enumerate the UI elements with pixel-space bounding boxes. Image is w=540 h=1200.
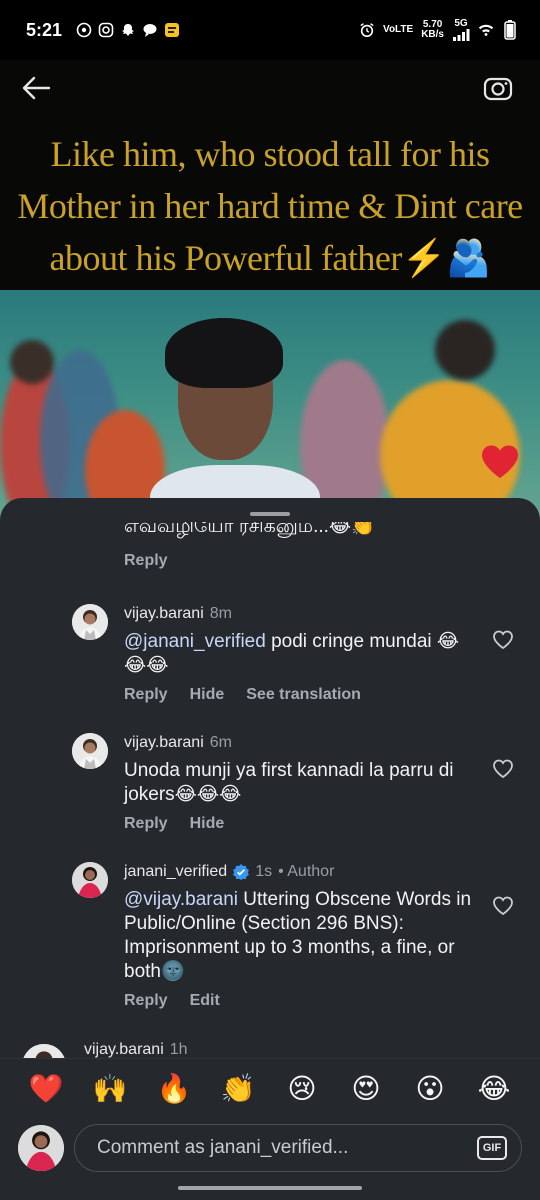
timestamp: 6m	[209, 734, 232, 751]
comment-text-content: எவ்வழியோ ரசிகனும...😂👏	[124, 522, 375, 537]
reply-button[interactable]: Reply	[124, 552, 504, 570]
reply-button[interactable]: Reply	[124, 813, 168, 835]
caption-line: Mother in her hard time & Dint care	[17, 186, 523, 226]
caption-line: about his Powerful father⚡🫂	[49, 238, 491, 278]
video-caption: Like him, who stood tall for his Mother …	[0, 128, 540, 284]
emoji-clap[interactable]: 👏	[216, 1067, 260, 1111]
arrow-left-icon	[22, 76, 51, 100]
comment-body: vijay.barani 1h	[84, 1040, 434, 1058]
heart-outline-icon[interactable]	[492, 630, 514, 650]
comment-input-wrapper: GIF	[74, 1124, 522, 1172]
avatar[interactable]	[72, 862, 108, 898]
status-bar: 5:21 VoLTE 5.70 KB/s 5G	[0, 0, 540, 60]
background-figure	[435, 320, 495, 380]
emoji-laughing[interactable]: 😂	[472, 1067, 516, 1111]
heart-outline-icon[interactable]	[492, 759, 514, 779]
comment-text: Unoda munji ya first kannadi la parru di…	[124, 760, 454, 805]
hide-button[interactable]: Hide	[190, 684, 225, 706]
comment-composer: GIF	[0, 1118, 540, 1178]
emoji-fire[interactable]: 🔥	[152, 1067, 196, 1111]
sheet-drag-handle[interactable]	[250, 512, 290, 516]
comment-text: எவ்வழியோ ரசிகனும...😂👏	[124, 522, 504, 544]
gif-button[interactable]: GIF	[477, 1136, 507, 1160]
network-type: 5G	[454, 18, 468, 29]
avatar[interactable]	[22, 1044, 66, 1058]
home-indicator[interactable]	[178, 1186, 362, 1190]
video-top-bar	[0, 66, 540, 112]
emoji-heart-eyes[interactable]: 😍	[344, 1067, 388, 1111]
comment-text: @vijay.barani Uttering Obscene Words in …	[124, 888, 474, 984]
username[interactable]: janani_verified	[124, 862, 227, 882]
mention-link[interactable]: @janani_verified	[124, 631, 266, 652]
volte-label: VoLTE	[383, 24, 414, 35]
timestamp: 1s	[255, 863, 273, 880]
comment-actions: Reply Hide See translation	[124, 684, 474, 706]
timestamp: 1h	[169, 1041, 188, 1058]
status-right: VoLTE 5.70 KB/s 5G	[359, 19, 518, 41]
snapchat-icon	[120, 22, 136, 38]
comment-meta: vijay.barani 1h	[84, 1040, 434, 1058]
heart-icon[interactable]	[480, 444, 520, 480]
status-left: 5:21	[26, 20, 180, 41]
verified-badge-icon	[233, 864, 250, 880]
heart-outline-icon[interactable]	[492, 896, 514, 916]
instagram-icon	[98, 22, 114, 38]
clock: 5:21	[26, 19, 63, 40]
volte-indicator: VoLTE	[383, 25, 413, 35]
see-translation-button[interactable]: See translation	[246, 684, 361, 706]
mention-link[interactable]: @vijay.barani	[124, 889, 238, 910]
username[interactable]: vijay.barani	[84, 1040, 164, 1058]
reel-video[interactable]: Like him, who stood tall for his Mother …	[0, 60, 540, 520]
comment-body: vijay.barani 8m @janani_verified podi cr…	[124, 604, 474, 706]
back-button[interactable]	[18, 70, 54, 106]
hide-button[interactable]: Hide	[190, 813, 225, 835]
emoji-surprised[interactable]: 😮	[408, 1067, 452, 1111]
reply-button[interactable]: Reply	[124, 684, 168, 706]
emoji-crying[interactable]: 😢	[280, 1067, 324, 1111]
comment-meta: vijay.barani 8m	[124, 604, 474, 624]
camera-button[interactable]	[480, 70, 516, 106]
emoji-raised-hands[interactable]: 🙌	[88, 1067, 132, 1111]
emoji-quick-bar: ❤️ 🙌 🔥 👏 😢 😍 😮 😂	[0, 1058, 540, 1118]
comment-text: @janani_verified podi cringe mundai 😂😂😂	[124, 630, 474, 678]
speed-unit: KB/s	[421, 29, 444, 40]
comment-body: vijay.barani 6m Unoda munji ya first kan…	[124, 733, 474, 835]
alarm-icon	[359, 22, 375, 38]
mobile-signal: 5G	[452, 19, 470, 41]
caption-line: Like him, who stood tall for his	[50, 134, 490, 174]
comment-input[interactable]	[97, 1137, 477, 1159]
boy-hair	[165, 318, 283, 388]
comments-sheet: எவ்வழியோ ரசிகனும...😂👏 Reply vijay.barani…	[0, 498, 540, 1200]
comment-meta: vijay.barani 6m	[124, 733, 474, 753]
comment-actions: Reply Edit	[124, 990, 474, 1012]
timestamp: 8m	[209, 605, 232, 622]
username[interactable]: vijay.barani	[124, 733, 204, 753]
video-frame	[0, 290, 540, 520]
chat-bubble-icon	[142, 22, 158, 38]
comment-partial: எவ்வழியோ ரசிகனும...😂👏 Reply	[124, 522, 504, 570]
app-notification-icon	[164, 22, 180, 38]
background-figure	[10, 340, 54, 384]
wifi-icon	[478, 22, 494, 38]
edit-button[interactable]: Edit	[190, 990, 220, 1012]
avatar[interactable]	[72, 604, 108, 640]
comment-body: janani_verified 1s • Author @vijay.baran…	[124, 862, 474, 1012]
whatsapp-icon	[76, 22, 92, 38]
username[interactable]: vijay.barani	[124, 604, 204, 624]
author-tag: • Author	[278, 863, 335, 880]
comment-actions: Reply Hide	[124, 813, 474, 835]
my-avatar	[18, 1125, 64, 1171]
emoji-heart[interactable]: ❤️	[24, 1067, 68, 1111]
camera-icon	[483, 77, 513, 101]
network-speed: 5.70 KB/s	[421, 20, 444, 40]
battery-icon	[502, 20, 518, 40]
avatar[interactable]	[72, 733, 108, 769]
comments-list[interactable]: எவ்வழியோ ரசிகனும...😂👏 Reply vijay.barani…	[0, 522, 540, 1058]
signal-bars-icon	[453, 29, 470, 41]
reply-button[interactable]: Reply	[124, 990, 168, 1012]
comment-meta: janani_verified 1s • Author	[124, 862, 474, 882]
